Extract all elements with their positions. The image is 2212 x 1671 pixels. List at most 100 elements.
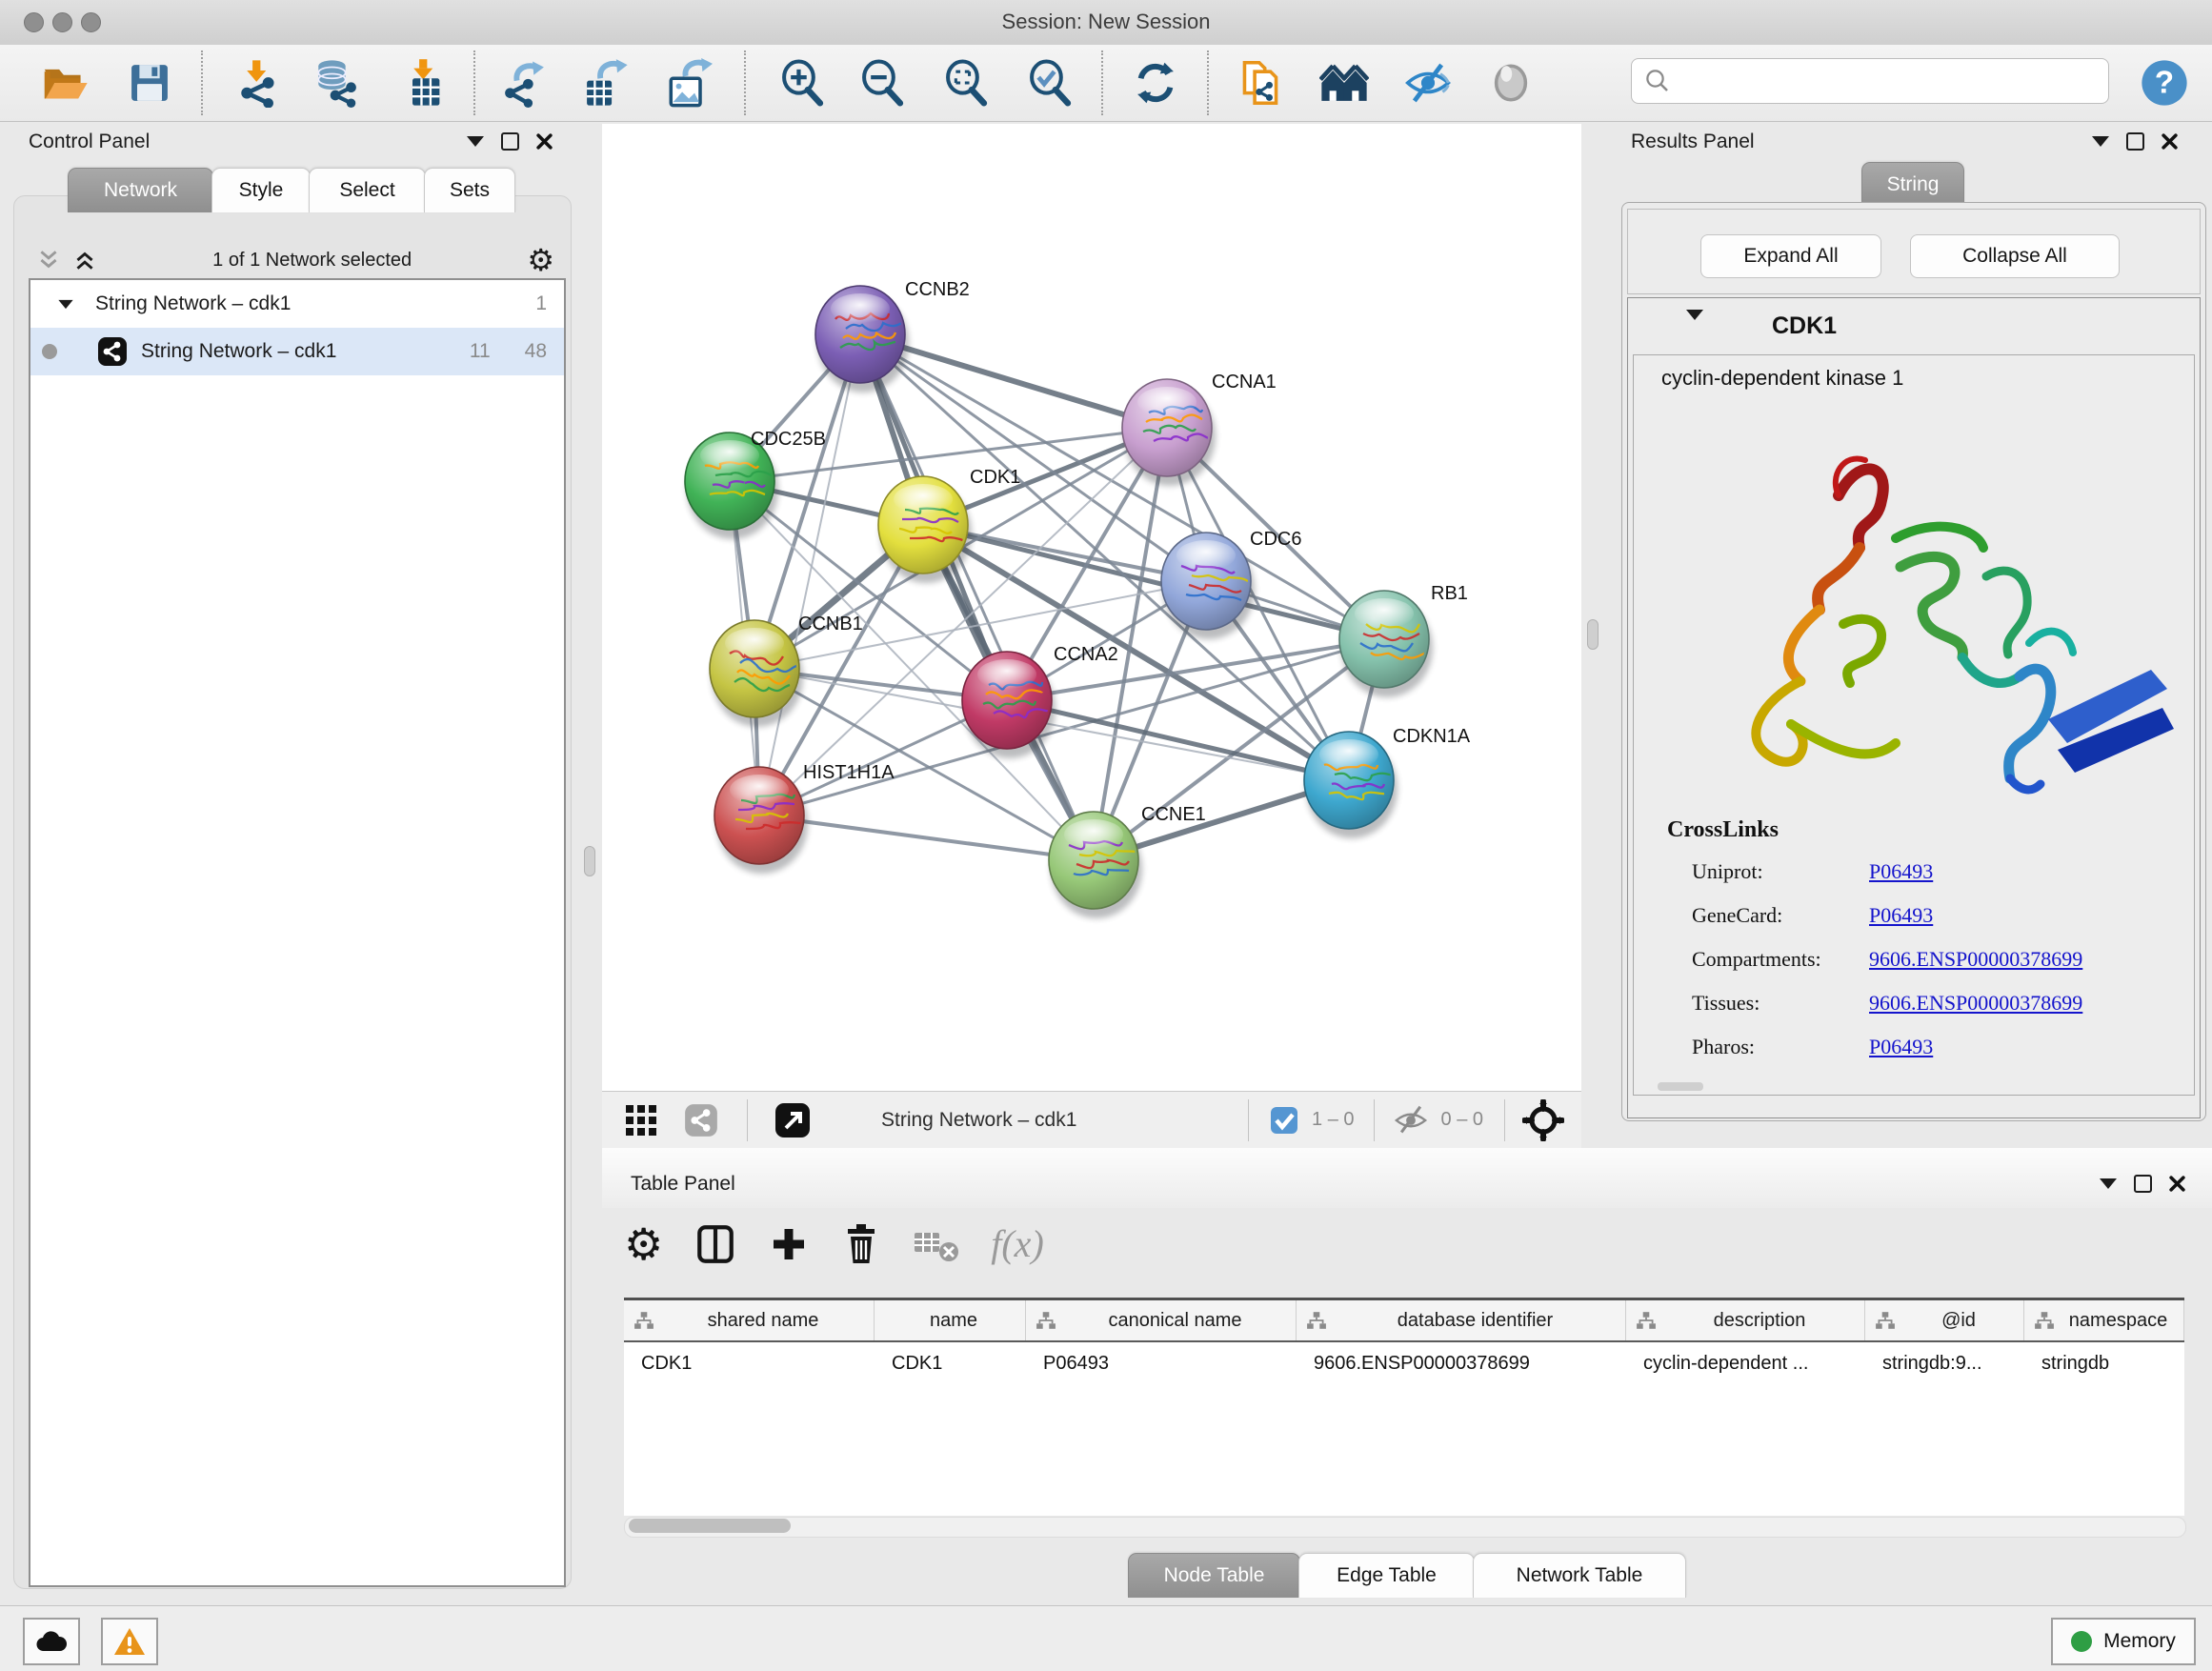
delete-table-icon[interactable] [913, 1225, 960, 1263]
network-node-CCNA1[interactable]: CCNA1 [1122, 372, 1277, 486]
show-all-button[interactable] [1484, 56, 1538, 110]
split-columns-icon[interactable] [694, 1222, 737, 1266]
tab-node-table[interactable]: Node Table [1128, 1553, 1300, 1598]
grid-view-icon[interactable] [625, 1104, 657, 1137]
export-network-button[interactable] [499, 56, 553, 110]
left-splitter-handle[interactable] [584, 846, 595, 876]
results-panel-menu-icon[interactable] [2092, 136, 2109, 147]
search-input[interactable] [1679, 61, 2108, 101]
export-table-button[interactable] [578, 56, 632, 110]
crosslink-link[interactable]: P06493 [1869, 903, 1933, 928]
tab-style[interactable]: Style [211, 168, 311, 212]
tab-edge-table[interactable]: Edge Table [1298, 1553, 1475, 1598]
import-network-database-button[interactable] [309, 56, 362, 110]
network-node-CDC6[interactable]: CDC6 [1161, 529, 1301, 639]
collection-expand-icon[interactable] [58, 299, 72, 308]
clone-network-button[interactable] [1234, 56, 1287, 110]
apply-function-icon: f(x) [991, 1221, 1044, 1266]
table-row[interactable]: CDK1CDK1P064939606.ENSP00000378699cyclin… [624, 1342, 2184, 1384]
control-panel-close-icon[interactable] [536, 133, 553, 150]
table-panel-float-icon[interactable] [2134, 1175, 2152, 1193]
network-node-CCNA2[interactable]: CCNA2 [962, 644, 1118, 758]
network-node-CDC25B[interactable]: CDC25B [685, 429, 826, 539]
table-hscroll-thumb[interactable] [629, 1519, 791, 1533]
expand-all-chevrons-icon[interactable] [36, 248, 61, 272]
collapse-all-button[interactable]: Collapse All [1910, 234, 2120, 278]
birdseye-toggle-icon[interactable] [774, 1102, 811, 1138]
crosslink-label: Uniprot: [1692, 859, 1869, 884]
results-panel-close-icon[interactable] [2162, 133, 2178, 150]
cdk1-expand-icon[interactable] [1686, 320, 1703, 337]
network-edge-HIST1H1A-CCNE1[interactable] [759, 815, 1094, 860]
table-header-row: shared namenamecanonical namedatabase id… [624, 1300, 2184, 1342]
column-header--id[interactable]: @id [1865, 1300, 2024, 1340]
control-panel-float-icon[interactable] [501, 132, 519, 151]
network-row[interactable]: String Network – cdk1 11 48 [30, 328, 564, 375]
zoom-out-button[interactable] [855, 56, 909, 110]
expand-all-button[interactable]: Expand All [1700, 234, 1881, 278]
warning-button[interactable] [101, 1618, 158, 1665]
table-panel-menu-icon[interactable] [2100, 1178, 2117, 1189]
network-node-RB1[interactable]: RB1 [1339, 583, 1468, 697]
help-button[interactable]: ? [2138, 56, 2191, 110]
results-hscroll-thumb[interactable] [1658, 1082, 1703, 1091]
right-splitter-handle[interactable] [1587, 619, 1599, 650]
hide-selected-button[interactable] [1401, 56, 1455, 110]
import-network-file-button[interactable] [231, 56, 285, 110]
add-column-icon[interactable] [768, 1223, 810, 1265]
column-header-database-identifier[interactable]: database identifier [1297, 1300, 1626, 1340]
crosslink-link[interactable]: 9606.ENSP00000378699 [1869, 947, 2082, 972]
export-image-button[interactable] [661, 56, 714, 110]
network-label: String Network – cdk1 [141, 340, 470, 363]
delete-column-icon[interactable] [840, 1222, 882, 1266]
crosslink-link[interactable]: 9606.ENSP00000378699 [1869, 991, 2082, 1016]
results-panel-float-icon[interactable] [2126, 132, 2144, 151]
node-label-HIST1H1A: HIST1H1A [803, 762, 895, 783]
tab-network-table[interactable]: Network Table [1473, 1553, 1686, 1598]
network-canvas[interactable]: CCNB2 CCNA1 CDC25B CDK1 [602, 124, 1581, 1091]
network-edge-count: 48 [525, 340, 547, 363]
home-button[interactable] [1317, 56, 1371, 110]
network-edge-CCNB2-HIST1H1A[interactable] [759, 334, 860, 815]
share-view-icon[interactable] [684, 1103, 718, 1137]
column-header-description[interactable]: description [1626, 1300, 1865, 1340]
network-edge-CCNB2-CCNE1[interactable] [860, 334, 1094, 860]
network-node-CCNB2[interactable]: CCNB2 [815, 279, 970, 393]
selected-checkbox-icon[interactable] [1270, 1106, 1298, 1135]
tab-string[interactable]: String [1861, 162, 1964, 207]
table-settings-gear-icon[interactable]: ⚙ [624, 1222, 663, 1266]
tab-select[interactable]: Select [309, 168, 426, 212]
memory-button[interactable]: Memory [2051, 1618, 2196, 1665]
refresh-button[interactable] [1129, 56, 1182, 110]
control-panel-menu-icon[interactable] [467, 136, 484, 147]
network-node-CCNE1[interactable]: CCNE1 [1049, 804, 1206, 918]
network-view-title: String Network – cdk1 [881, 1109, 1076, 1132]
zoom-fit-button[interactable] [939, 56, 993, 110]
import-table-file-button[interactable] [398, 56, 452, 110]
column-header-canonical-name[interactable]: canonical name [1026, 1300, 1297, 1340]
column-header-namespace[interactable]: namespace [2024, 1300, 2184, 1340]
crosslink-link[interactable]: P06493 [1869, 1035, 1933, 1059]
crosslink-link[interactable]: P06493 [1869, 859, 1933, 884]
table-panel-close-icon[interactable] [2169, 1176, 2185, 1192]
table-hscrollbar[interactable] [624, 1517, 2186, 1538]
network-node-CDKN1A[interactable]: CDKN1A [1304, 726, 1471, 838]
zoom-selected-button[interactable] [1023, 56, 1076, 110]
column-header-shared-name[interactable]: shared name [624, 1300, 875, 1340]
column-header-name[interactable]: name [875, 1300, 1026, 1340]
zoom-in-button[interactable] [775, 56, 829, 110]
open-session-button[interactable] [38, 56, 91, 110]
cloud-button[interactable] [23, 1618, 80, 1665]
tab-network[interactable]: Network [68, 168, 213, 212]
save-session-button[interactable] [123, 56, 176, 110]
fit-crosshair-icon[interactable] [1522, 1099, 1564, 1141]
tab-sets[interactable]: Sets [424, 168, 515, 212]
node-label-CDC25B: CDC25B [751, 429, 826, 450]
network-edge-CCNA2-CDKN1A[interactable] [1007, 700, 1349, 780]
network-options-gear-icon[interactable]: ⚙ [527, 245, 554, 275]
network-collection-row[interactable]: String Network – cdk1 1 [30, 280, 564, 328]
collapse-all-chevrons-icon[interactable] [72, 248, 97, 272]
toolbar-separator [201, 50, 203, 115]
cdk1-section-title: CDK1 [1772, 312, 1837, 340]
network-node-HIST1H1A[interactable]: HIST1H1A [714, 762, 895, 874]
